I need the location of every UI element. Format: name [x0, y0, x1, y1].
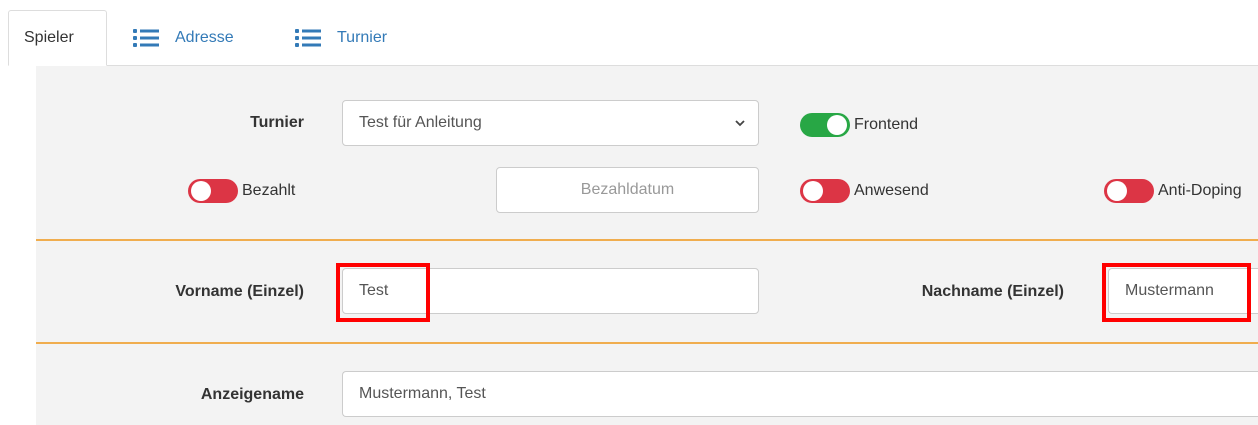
bezahlt-switch[interactable]	[188, 179, 238, 203]
turnier-select[interactable]: Test für Anleitung	[342, 100, 759, 146]
section-divider	[36, 239, 1258, 241]
section-divider	[36, 342, 1258, 344]
bezahldatum-placeholder: Bezahldatum	[580, 181, 675, 198]
antidoping-label: Anti-Doping	[1158, 182, 1242, 199]
anwesend-label: Anwesend	[854, 182, 929, 199]
nachname-label: Nachname (Einzel)	[921, 283, 1064, 300]
list-icon	[295, 28, 321, 48]
vorname-input[interactable]: Test	[342, 268, 759, 314]
frontend-label: Frontend	[854, 116, 919, 133]
tab-turnier[interactable]: Turnier	[295, 10, 387, 66]
nachname-value: Mustermann	[1125, 282, 1214, 299]
tab-spieler[interactable]: Spieler	[8, 10, 107, 66]
tab-spieler-label: Spieler	[24, 29, 74, 46]
chevron-down-icon	[734, 115, 746, 136]
turnier-label: Turnier	[250, 114, 304, 131]
nachname-input[interactable]: Mustermann	[1108, 268, 1258, 314]
bezahlt-label: Bezahlt	[242, 182, 296, 199]
anzeigename-label: Anzeigename	[200, 386, 304, 403]
tab-adresse-label: Adresse	[175, 29, 234, 46]
vorname-label: Vorname (Einzel)	[175, 283, 304, 300]
tab-turnier-label: Turnier	[337, 29, 388, 46]
vorname-value: Test	[359, 282, 389, 299]
bezahlt-toggle[interactable]: Bezahlt	[188, 179, 295, 203]
turnier-select-value: Test für Anleitung	[359, 114, 482, 131]
list-icon	[133, 28, 159, 48]
bezahldatum-input[interactable]: Bezahldatum	[496, 167, 759, 213]
anwesend-switch[interactable]	[800, 179, 850, 203]
frontend-switch[interactable]	[800, 113, 850, 137]
tab-adresse[interactable]: Adresse	[133, 10, 234, 66]
anzeigename-input[interactable]: Mustermann, Test	[342, 371, 1258, 417]
anzeigename-value: Mustermann, Test	[359, 385, 486, 402]
tab-bar: Spieler Adresse Turnier	[0, 0, 1258, 66]
antidoping-switch[interactable]	[1104, 179, 1154, 203]
anwesend-toggle[interactable]: Anwesend	[800, 179, 929, 203]
frontend-toggle[interactable]: Frontend	[800, 113, 918, 137]
antidoping-toggle[interactable]: Anti-Doping	[1104, 179, 1242, 203]
